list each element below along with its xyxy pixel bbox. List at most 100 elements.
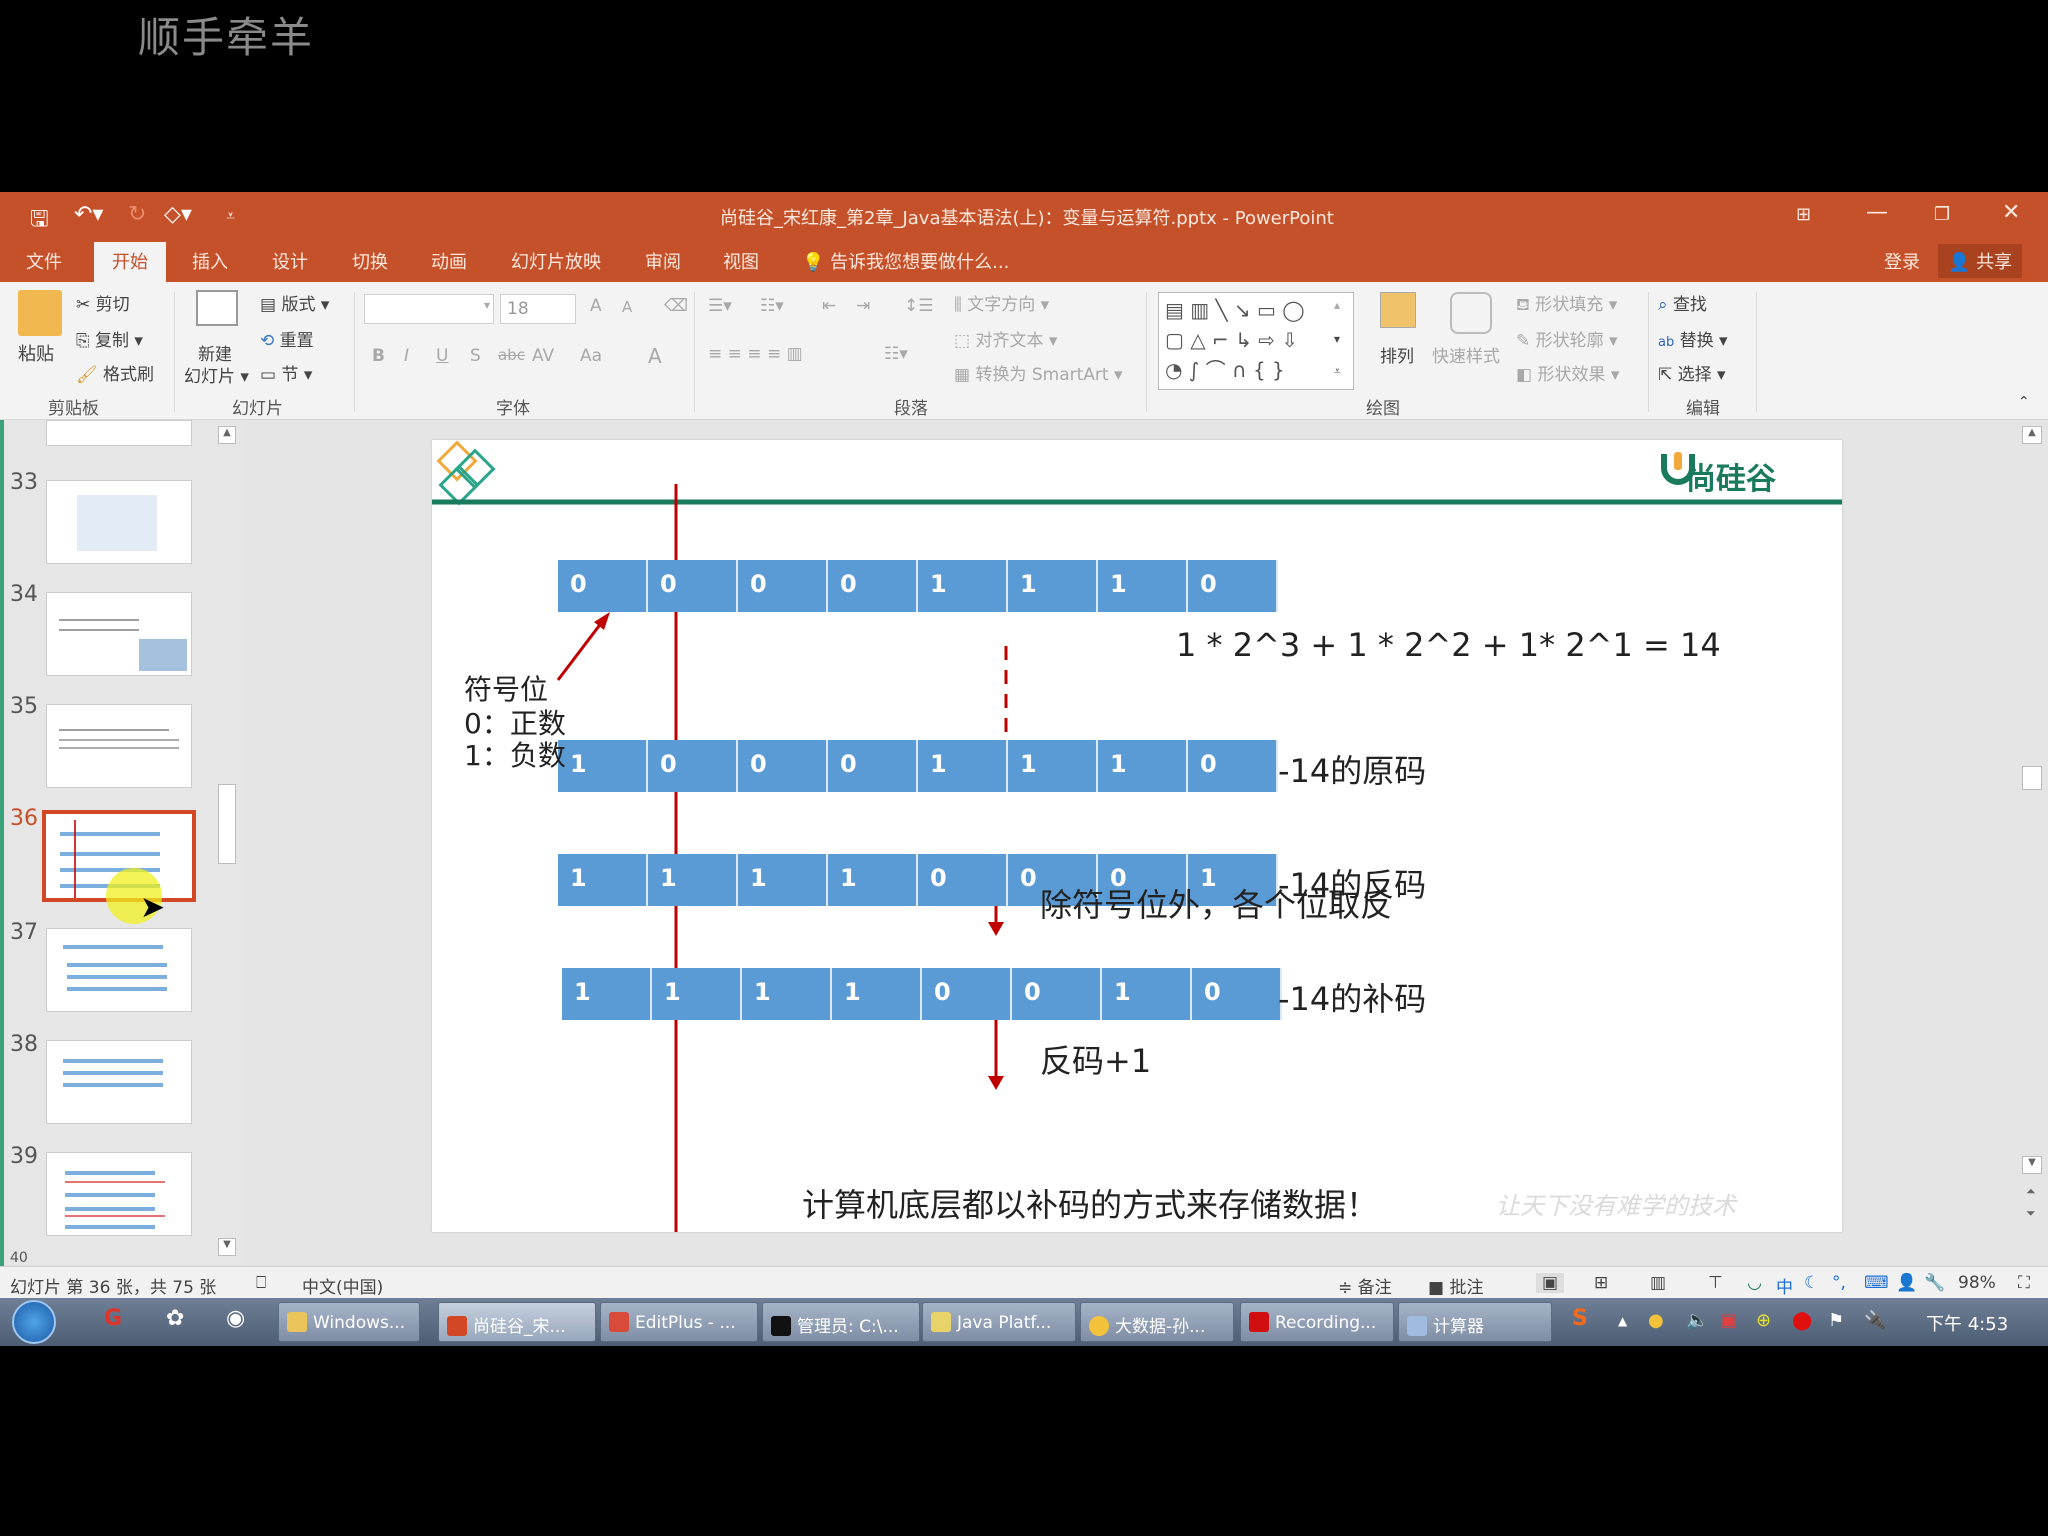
collapse-ribbon-icon[interactable]: ⌃ xyxy=(2018,394,2030,410)
tray-app-icon[interactable]: ● xyxy=(1648,1310,1664,1331)
convert-smartart-button[interactable]: ▦ 转换为 SmartArt ▾ xyxy=(954,360,1123,385)
select-button[interactable]: ⇱ 选择 ▾ xyxy=(1658,360,1726,385)
minimize-icon[interactable]: — xyxy=(1866,200,1888,225)
shape-effects-button[interactable]: ◧ 形状效果 ▾ xyxy=(1516,360,1619,385)
tab-home[interactable]: 开始 xyxy=(94,242,166,282)
fit-to-window-icon[interactable]: ⛶ xyxy=(2018,1273,2030,1293)
pinned-app-icon[interactable]: ✿ xyxy=(166,1306,184,1331)
paste-button[interactable]: 粘贴 xyxy=(18,340,54,366)
char-spacing-button[interactable]: AV xyxy=(532,346,554,366)
ribbon-display-options-icon[interactable]: ⊞ xyxy=(1796,204,1811,225)
taskbar-item[interactable]: 大数据-孙... xyxy=(1080,1302,1234,1342)
scroll-up-icon[interactable]: ▲ xyxy=(2022,426,2042,444)
slide-thumbnail-33[interactable] xyxy=(46,480,192,564)
notes-button[interactable]: ≑ 备注 xyxy=(1338,1273,1392,1298)
share-button[interactable]: 👤 共享 xyxy=(1938,244,2023,278)
text-shadow-button[interactable]: S xyxy=(470,346,481,366)
taskbar-item[interactable]: 计算器 xyxy=(1398,1302,1552,1342)
tab-review[interactable]: 审阅 xyxy=(645,248,681,274)
align-text-button[interactable]: ⬚ 对齐文本 ▾ xyxy=(954,326,1057,351)
save-icon[interactable]: 🖫 xyxy=(30,202,49,240)
shapes-gallery[interactable]: ▤ ▥ ╲ ↘ ▭ ◯ ▢ △ ⌐ ↳ ⇨ ⇩ ◔ ∫ ⌒ ∩ { } xyxy=(1158,292,1354,390)
tell-me-box[interactable]: 💡 告诉我您想要做什么... xyxy=(802,248,1009,274)
taskbar-item[interactable]: Windows... xyxy=(278,1302,420,1342)
gallery-scroll-down[interactable]: ▾ xyxy=(1334,332,1340,346)
scroll-down-icon[interactable]: ▼ xyxy=(218,1238,236,1256)
ime-keyboard-icon[interactable]: ⌨ xyxy=(1864,1273,1889,1293)
replace-button[interactable]: ab 替换 ▾ xyxy=(1658,326,1728,351)
section-button[interactable]: ▭ 节 ▾ xyxy=(260,360,312,385)
tab-transitions[interactable]: 切换 xyxy=(352,248,388,274)
taskbar-item[interactable]: EditPlus - ... xyxy=(600,1302,758,1342)
slide-sorter-icon[interactable]: ⊞ xyxy=(1594,1273,1608,1293)
taskbar-item[interactable]: Recording... xyxy=(1240,1302,1394,1342)
font-name-input[interactable] xyxy=(364,294,494,324)
format-painter-button[interactable]: 🖌 格式刷 xyxy=(76,360,154,385)
ime-punct-icon[interactable]: °, xyxy=(1832,1273,1846,1293)
slide-thumbnail-35[interactable] xyxy=(46,704,192,788)
slide-thumbnail-39[interactable] xyxy=(46,1152,192,1236)
start-button[interactable] xyxy=(12,1300,56,1344)
sogou-ime-icon[interactable]: S xyxy=(1572,1306,1588,1331)
text-direction-button[interactable]: ⫼ 文字方向 ▾ xyxy=(954,290,1049,315)
slideshow-view-icon[interactable]: ⊤ xyxy=(1708,1273,1723,1293)
language-indicator[interactable]: 中文(中国) xyxy=(302,1273,383,1298)
taskbar-item[interactable]: Java Platf... xyxy=(922,1302,1076,1342)
cut-button[interactable]: ✂ 剪切 xyxy=(76,290,130,315)
tab-slideshow[interactable]: 幻灯片放映 xyxy=(511,248,601,274)
columns-button[interactable]: ☷▾ xyxy=(884,344,908,364)
pinned-app-icon[interactable]: G xyxy=(104,1306,122,1331)
tab-file[interactable]: 文件 xyxy=(26,248,62,274)
tab-animations[interactable]: 动画 xyxy=(431,248,467,274)
signin-link[interactable]: 登录 xyxy=(1884,248,1920,274)
taskbar-item-active[interactable]: 尚硅谷_宋... xyxy=(438,1302,596,1342)
decrease-indent-button[interactable]: ⇤ xyxy=(822,296,836,316)
show-hidden-icons[interactable]: ▲ xyxy=(1618,1314,1627,1328)
scroll-down-icon[interactable]: ▼ xyxy=(2022,1156,2042,1174)
font-name-dropdown-icon[interactable]: ▾ xyxy=(484,298,490,312)
customize-qat-icon[interactable]: ⩡ xyxy=(226,206,235,226)
chrome-icon[interactable]: ◉ xyxy=(226,1306,245,1331)
shape-fill-button[interactable]: ⛾ 形状填充 ▾ xyxy=(1516,290,1617,317)
change-case-button[interactable]: Aa xyxy=(580,346,602,366)
touch-mode-icon[interactable]: ◇▾ xyxy=(164,202,192,227)
font-color-button[interactable]: A xyxy=(648,344,662,368)
slide-scrollbar[interactable]: ▲ ▼ ⏶ ⏷ xyxy=(2014,420,2048,1266)
align-buttons[interactable]: ≡ ≡ ≡ ≡ ▥ xyxy=(708,344,803,364)
zoom-level[interactable]: 98% xyxy=(1958,1273,1996,1293)
gallery-scroll-up[interactable]: ▴ xyxy=(1334,298,1340,312)
clear-formatting-icon[interactable]: ⌫ xyxy=(664,296,688,316)
italic-button[interactable]: I xyxy=(404,346,409,366)
close-icon[interactable]: ✕ xyxy=(2002,200,2020,225)
thumbnail-scrollbar[interactable]: ▲ ▼ xyxy=(216,422,238,1260)
increase-indent-button[interactable]: ⇥ xyxy=(856,296,870,316)
comments-button[interactable]: ■ 批注 xyxy=(1428,1273,1483,1298)
arrange-button[interactable]: 排列 xyxy=(1380,342,1414,367)
reset-button[interactable]: ⟲ 重置 xyxy=(260,326,314,351)
ime-moon-icon[interactable]: ☾ xyxy=(1804,1273,1819,1293)
shrink-font-button[interactable]: A xyxy=(622,298,632,316)
power-icon[interactable]: 🔌 xyxy=(1864,1310,1886,1331)
tab-insert[interactable]: 插入 xyxy=(192,248,228,274)
previous-slide-icon[interactable]: ⏶ xyxy=(2026,1184,2036,1199)
new-slide-dropdown[interactable]: 幻灯片 ▾ xyxy=(184,362,249,387)
redo-icon[interactable]: ↻ xyxy=(128,202,146,227)
tray-record-icon[interactable]: ⬤ xyxy=(1792,1310,1812,1331)
layout-button[interactable]: ▤ 版式 ▾ xyxy=(260,290,329,315)
network-icon[interactable]: ▣ xyxy=(1720,1310,1737,1331)
tab-design[interactable]: 设计 xyxy=(272,248,308,274)
accessibility-icon[interactable]: ⎕ xyxy=(256,1273,266,1293)
ime-chinese-icon[interactable]: 中 xyxy=(1776,1273,1793,1298)
tray-plus-icon[interactable]: ⊕ xyxy=(1756,1310,1771,1331)
strikethrough-button[interactable]: abc xyxy=(498,346,525,364)
slide-thumbnail-38[interactable] xyxy=(46,1040,192,1124)
gallery-more[interactable]: ⩡ xyxy=(1334,364,1341,379)
normal-view-icon[interactable]: ▣ xyxy=(1536,1273,1565,1293)
slide-thumbnail-34[interactable] xyxy=(46,592,192,676)
slide-thumbnail-32[interactable] xyxy=(46,420,192,446)
bold-button[interactable]: B xyxy=(372,346,385,366)
font-size-input[interactable]: 18 xyxy=(500,294,576,324)
copy-button[interactable]: ⎘ 复制 ▾ xyxy=(76,326,143,351)
scrollbar-thumb[interactable] xyxy=(2022,766,2042,790)
find-button[interactable]: ⌕ 查找 xyxy=(1658,290,1707,315)
